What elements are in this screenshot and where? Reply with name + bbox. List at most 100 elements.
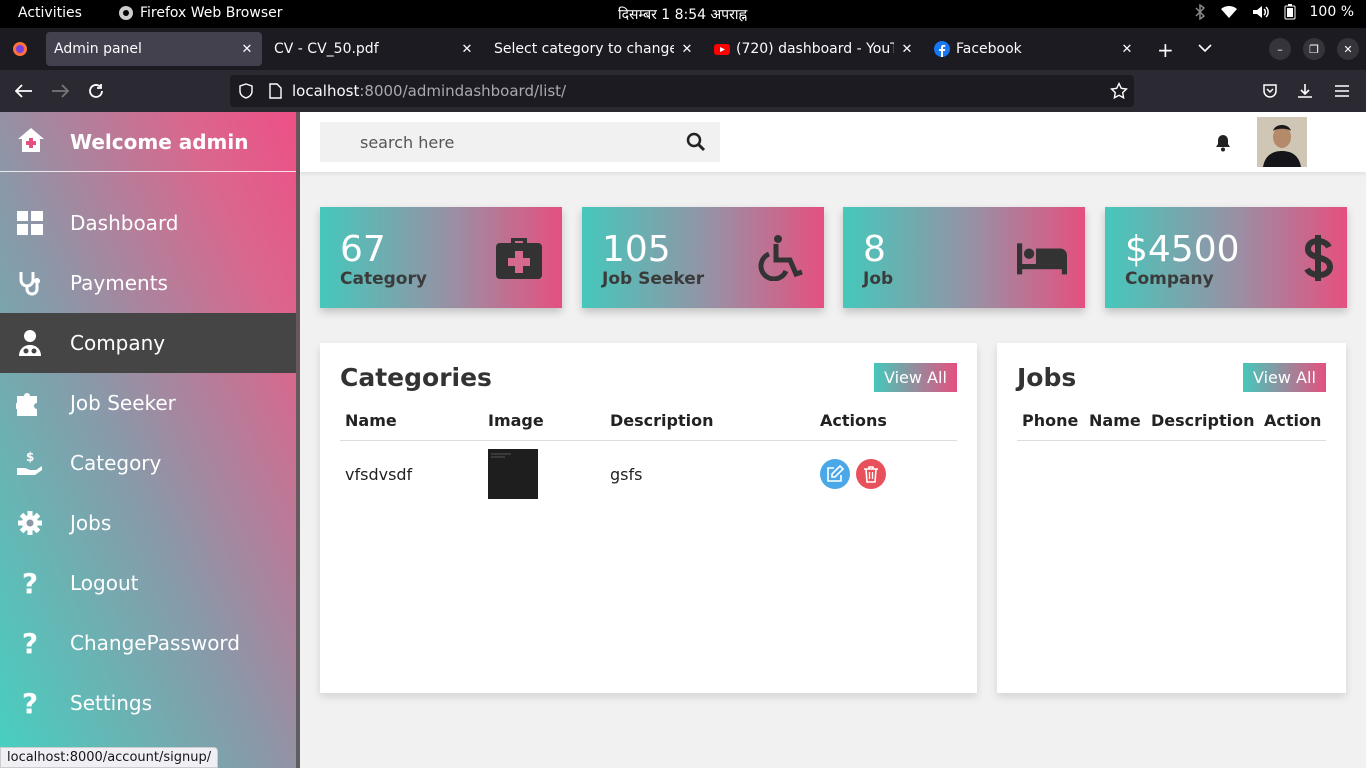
sidebar-item-label: Payments — [70, 271, 168, 295]
stat-card-job[interactable]: 8 Job — [843, 207, 1085, 308]
sidebar-scrollbar[interactable] — [296, 112, 300, 768]
close-icon[interactable]: ✕ — [900, 42, 914, 57]
restore-icon[interactable]: ❐ — [1303, 38, 1325, 60]
stat-card-category[interactable]: 67 Category — [320, 207, 562, 308]
dollar-icon — [1304, 235, 1334, 281]
panel-title: Jobs — [1017, 363, 1077, 392]
reload-icon[interactable] — [85, 80, 107, 102]
table-row: vfsdvsdf gsfs — [340, 441, 957, 511]
tab-cv-pdf[interactable]: CV - CV_50.pdf ✕ — [266, 32, 482, 66]
pocket-icon[interactable] — [1259, 80, 1281, 102]
download-icon[interactable] — [1294, 80, 1316, 102]
shield-icon — [239, 83, 253, 99]
column-header: Actions — [820, 411, 887, 430]
tab-title: Select category to change | — [494, 41, 674, 57]
status-bar-url: localhost:8000/account/signup/ — [0, 747, 219, 768]
new-tab-icon[interactable]: + — [1157, 38, 1174, 62]
minimize-icon[interactable]: – — [1269, 38, 1291, 60]
column-header: Action — [1264, 411, 1322, 430]
sidebar-item-dashboard[interactable]: Dashboard — [0, 193, 296, 253]
bed-icon — [1017, 243, 1067, 275]
close-icon[interactable]: ✕ — [1120, 42, 1134, 57]
clock[interactable]: दिसम्बर 1 8:54 अपराह्न — [618, 5, 747, 24]
url-path: :8000/admindashboard/list/ — [359, 82, 567, 100]
firefox-menu-icon[interactable] — [12, 41, 28, 57]
sidebar-item-logout[interactable]: ? Logout — [0, 553, 296, 613]
column-header: Description — [1151, 411, 1255, 430]
search-box — [320, 122, 720, 162]
medkit-icon — [496, 238, 542, 279]
categories-panel: Categories View All Name Image Descripti… — [320, 343, 977, 693]
delete-button[interactable] — [856, 459, 886, 489]
table-header: Name Image Description Actions — [340, 409, 957, 441]
tab-select-category[interactable]: Select category to change | ✕ — [486, 32, 702, 66]
column-header: Name — [1089, 411, 1141, 430]
category-description: gsfs — [610, 465, 643, 484]
sidebar: Welcome admin Dashboard Payments Company… — [0, 112, 300, 768]
app-menu[interactable]: Firefox Web Browser — [118, 5, 283, 21]
tab-youtube[interactable]: (720) dashboard - YouTube ✕ — [706, 32, 922, 66]
tab-title: (720) dashboard - YouTube — [736, 41, 894, 57]
sidebar-item-category[interactable]: $ Category — [0, 433, 296, 493]
gear-icon — [16, 509, 44, 537]
stat-card-job-seeker[interactable]: 105 Job Seeker — [582, 207, 824, 308]
category-image — [488, 449, 538, 499]
chevron-down-icon[interactable] — [1198, 43, 1212, 53]
tab-facebook[interactable]: Facebook ✕ — [926, 32, 1142, 66]
sidebar-item-label: Jobs — [70, 511, 112, 535]
sidebar-item-payments[interactable]: Payments — [0, 253, 296, 313]
close-icon[interactable]: ✕ — [240, 42, 254, 57]
sidebar-item-label: Job Seeker — [70, 391, 176, 415]
stethoscope-icon — [16, 269, 44, 297]
hamburger-menu-icon[interactable] — [1331, 80, 1353, 102]
back-icon[interactable] — [13, 80, 35, 102]
activities-button[interactable]: Activities — [18, 5, 82, 21]
page-icon — [269, 83, 282, 99]
bell-icon[interactable] — [1214, 134, 1232, 152]
battery-percent: 100 % — [1309, 4, 1354, 20]
user-doctor-icon — [16, 329, 44, 357]
sidebar-item-jobs[interactable]: Jobs — [0, 493, 296, 553]
stat-value: 8 — [863, 229, 886, 270]
os-top-bar: Activities Firefox Web Browser दिसम्बर 1… — [0, 0, 1366, 28]
view-all-button[interactable]: View All — [1243, 363, 1326, 392]
url-bar[interactable]: localhost:8000/admindashboard/list/ — [230, 75, 1134, 107]
tab-strip: Admin panel ✕ CV - CV_50.pdf ✕ Select ca… — [0, 28, 1366, 70]
url-text: localhost:8000/admindashboard/list/ — [292, 82, 566, 100]
edit-button[interactable] — [820, 459, 850, 489]
sidebar-item-label: Settings — [70, 691, 153, 715]
category-name: vfsdvsdf — [345, 465, 413, 484]
youtube-icon — [714, 44, 730, 55]
stat-label: Job Seeker — [602, 269, 705, 289]
sidebar-item-company[interactable]: Company — [0, 313, 296, 373]
sidebar-item-label: Company — [70, 331, 166, 355]
tab-title: CV - CV_50.pdf — [274, 41, 379, 57]
system-tray[interactable]: 100 % — [1194, 4, 1354, 20]
wifi-icon — [1220, 5, 1237, 18]
sidebar-item-job-seeker[interactable]: Job Seeker — [0, 373, 296, 433]
stat-value: $4500 — [1125, 229, 1240, 270]
close-icon[interactable]: ✕ — [460, 42, 474, 57]
view-all-button[interactable]: View All — [874, 363, 957, 392]
sidebar-item-change-password[interactable]: ? ChangePassword — [0, 613, 296, 673]
close-icon[interactable]: ✕ — [680, 42, 694, 57]
hand-dollar-icon: $ — [16, 449, 44, 477]
tab-admin-panel[interactable]: Admin panel ✕ — [46, 32, 262, 66]
edit-icon — [827, 465, 844, 482]
search-icon[interactable] — [686, 132, 706, 152]
svg-text:$: $ — [26, 450, 34, 464]
stat-value: 105 — [602, 229, 671, 270]
wheelchair-icon — [758, 235, 803, 281]
sidebar-brand[interactable]: Welcome admin — [0, 112, 296, 172]
close-window-icon[interactable]: ✕ — [1337, 38, 1359, 60]
stat-card-company[interactable]: $4500 Company — [1105, 207, 1347, 308]
trash-icon — [864, 466, 878, 483]
stat-label: Job — [863, 269, 894, 289]
volume-icon — [1252, 6, 1269, 18]
forward-icon[interactable] — [49, 80, 71, 102]
search-input[interactable] — [320, 122, 680, 162]
avatar[interactable] — [1257, 117, 1307, 167]
app-name: Firefox Web Browser — [140, 5, 283, 21]
bookmark-star-icon[interactable] — [1110, 82, 1128, 100]
sidebar-item-settings[interactable]: ? Settings — [0, 673, 296, 733]
